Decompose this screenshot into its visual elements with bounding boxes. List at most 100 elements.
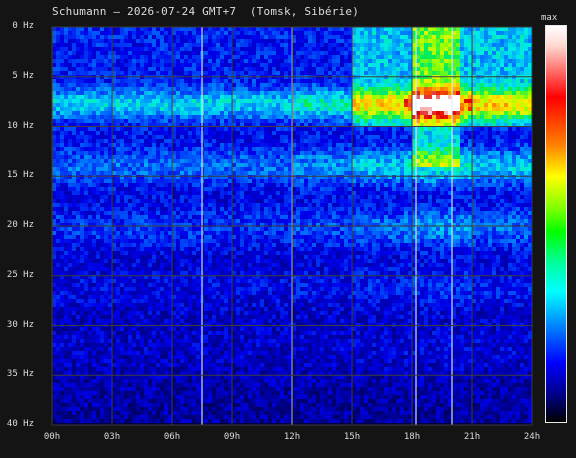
heatmap-cell	[184, 147, 188, 151]
heatmap-cell	[252, 83, 256, 87]
heatmap-cell	[92, 147, 96, 151]
heatmap-cell	[184, 143, 188, 147]
heatmap-cell	[444, 159, 448, 163]
heatmap-cell	[240, 95, 244, 99]
heatmap-cell	[356, 67, 360, 71]
heatmap-cell	[264, 67, 268, 71]
heatmap-cell	[124, 163, 128, 167]
heatmap-cell	[84, 191, 88, 195]
heatmap-cell	[152, 159, 156, 163]
heatmap-cell	[68, 147, 72, 151]
heatmap-cell	[352, 107, 356, 111]
heatmap-cell	[172, 159, 176, 163]
heatmap-cell	[520, 95, 524, 99]
heatmap-cell	[52, 183, 56, 187]
heatmap-cell	[280, 119, 284, 123]
heatmap-cell	[472, 95, 476, 99]
heatmap-cell	[124, 55, 128, 59]
heatmap-cell	[244, 151, 248, 155]
heatmap-cell	[140, 175, 144, 179]
heatmap-cell	[228, 147, 232, 151]
heatmap-cell	[212, 47, 216, 51]
heatmap-cell	[116, 31, 120, 35]
heatmap-cell	[480, 159, 484, 163]
heatmap-cell	[72, 151, 76, 155]
heatmap-cell	[164, 187, 168, 191]
heatmap-cell	[352, 87, 356, 91]
heatmap-cell	[360, 79, 364, 83]
heatmap-cell	[520, 115, 524, 119]
heatmap-cell	[156, 43, 160, 47]
heatmap-cell	[328, 143, 332, 147]
heatmap-cell	[492, 47, 496, 51]
heatmap-cell	[56, 95, 60, 99]
heatmap-cell	[72, 99, 76, 103]
heatmap-cell	[352, 103, 356, 107]
heatmap-cell	[196, 159, 200, 163]
heatmap-cell	[232, 119, 236, 123]
heatmap-cell	[60, 163, 64, 167]
heatmap-cell	[208, 131, 212, 135]
heatmap-cell	[192, 55, 196, 59]
heatmap-cell	[344, 43, 348, 47]
heatmap-cell	[100, 67, 104, 71]
heatmap-cell	[508, 159, 512, 163]
heatmap-cell	[204, 191, 208, 195]
heatmap-cell	[344, 87, 348, 91]
heatmap-cell	[320, 183, 324, 187]
heatmap-cell	[528, 183, 532, 187]
heatmap-cell	[404, 175, 408, 179]
heatmap-cell	[468, 167, 472, 171]
heatmap-cell	[336, 103, 340, 107]
heatmap-cell	[160, 91, 164, 95]
heatmap-cell	[380, 87, 384, 91]
heatmap-cell	[484, 63, 488, 67]
heatmap-cell	[324, 83, 328, 87]
heatmap-cell	[196, 59, 200, 63]
heatmap-cell	[300, 147, 304, 151]
heatmap-cell	[156, 83, 160, 87]
heatmap-cell	[492, 31, 496, 35]
heatmap-cell	[84, 59, 88, 63]
heatmap-cell	[132, 59, 136, 63]
heatmap-cell	[260, 47, 264, 51]
heatmap-cell	[444, 35, 448, 39]
heatmap-cell	[276, 67, 280, 71]
heatmap-cell	[64, 163, 68, 167]
heatmap-cell	[364, 55, 368, 59]
heatmap-cell	[196, 131, 200, 135]
heatmap-cell	[420, 27, 424, 31]
heatmap-cell	[192, 111, 196, 115]
heatmap-cell	[248, 143, 252, 147]
heatmap-cell	[140, 167, 144, 171]
heatmap-cell	[132, 131, 136, 135]
heatmap-cell	[52, 171, 56, 175]
heatmap-cell	[212, 39, 216, 43]
heatmap-cell	[60, 159, 64, 163]
heatmap-cell	[524, 183, 528, 187]
heatmap-cell	[128, 95, 132, 99]
heatmap-cell	[524, 151, 528, 155]
heatmap-cell	[152, 43, 156, 47]
heatmap-cell	[388, 143, 392, 147]
heatmap-cell	[388, 139, 392, 143]
heatmap-cell	[140, 39, 144, 43]
heatmap-cell	[128, 143, 132, 147]
heatmap-cell	[100, 147, 104, 151]
heatmap-cell	[136, 135, 140, 139]
heatmap-cell	[180, 91, 184, 95]
heatmap-cell	[168, 47, 172, 51]
heatmap-cell	[496, 55, 500, 59]
heatmap-cell	[300, 175, 304, 179]
heatmap-cell	[504, 43, 508, 47]
heatmap-cell	[528, 139, 532, 143]
heatmap-cell	[440, 171, 444, 175]
heatmap-cell	[184, 119, 188, 123]
heatmap-cell	[364, 99, 368, 103]
heatmap-cell	[336, 179, 340, 183]
heatmap-cell	[176, 139, 180, 143]
heatmap-cell	[332, 63, 336, 67]
heatmap-cell	[484, 71, 488, 75]
heatmap-cell	[148, 103, 152, 107]
heatmap-cell	[492, 115, 496, 119]
